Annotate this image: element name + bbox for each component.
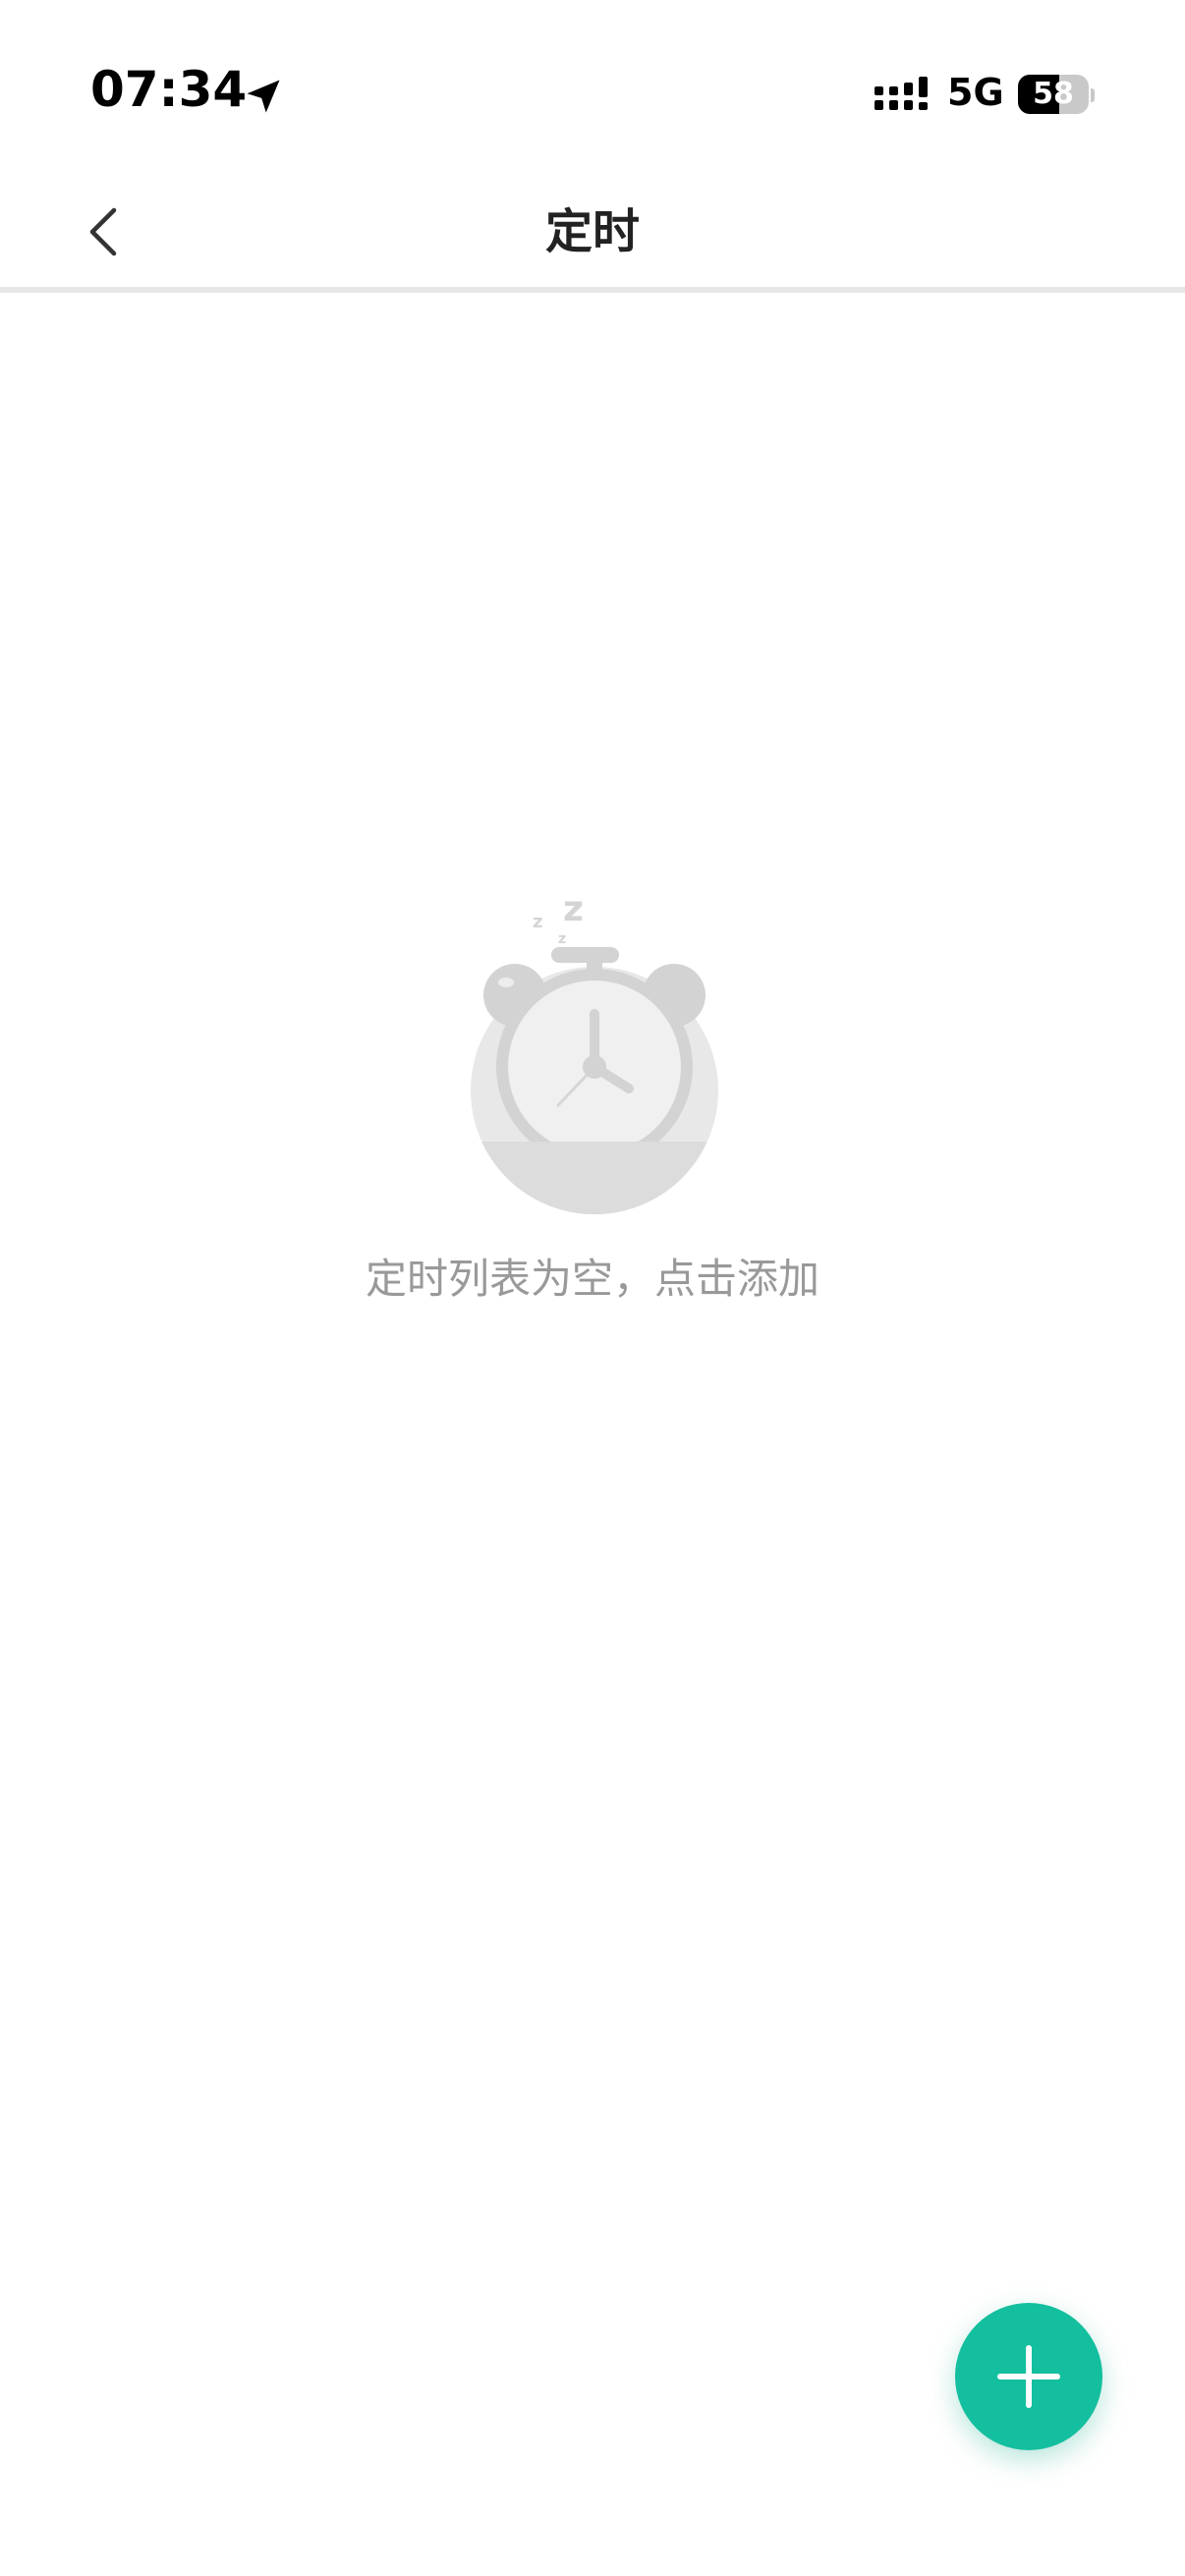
empty-state: z z z 定时列表为空，点击添加 [0, 865, 1185, 1316]
status-bar: 07:34 5G 58 [0, 0, 1185, 177]
battery-level-text: 58 [1033, 77, 1074, 111]
plus-icon [997, 2345, 1060, 2408]
back-button[interactable] [69, 196, 140, 267]
status-time: 07:34 [90, 61, 248, 118]
svg-text:z: z [558, 931, 566, 947]
sleeping-alarm-clock-icon: z z z [471, 889, 718, 1214]
add-timer-button[interactable] [955, 2303, 1102, 2450]
empty-message: 定时列表为空，点击添加 [365, 1255, 819, 1303]
signal-strength-icon [875, 77, 928, 110]
svg-text:z: z [563, 889, 584, 929]
chevron-left-icon [89, 207, 117, 256]
svg-text:z: z [533, 912, 542, 932]
timer-screen: 07:34 5G 58 定时 z z z 定时列表为空，点击添加 [0, 0, 1185, 2576]
battery-icon: 58 [1018, 75, 1095, 116]
page-title: 定时 [544, 204, 640, 259]
nav-bar: 定时 [0, 177, 1185, 293]
network-type: 5G [947, 71, 1004, 114]
location-arrow-icon [247, 80, 280, 113]
